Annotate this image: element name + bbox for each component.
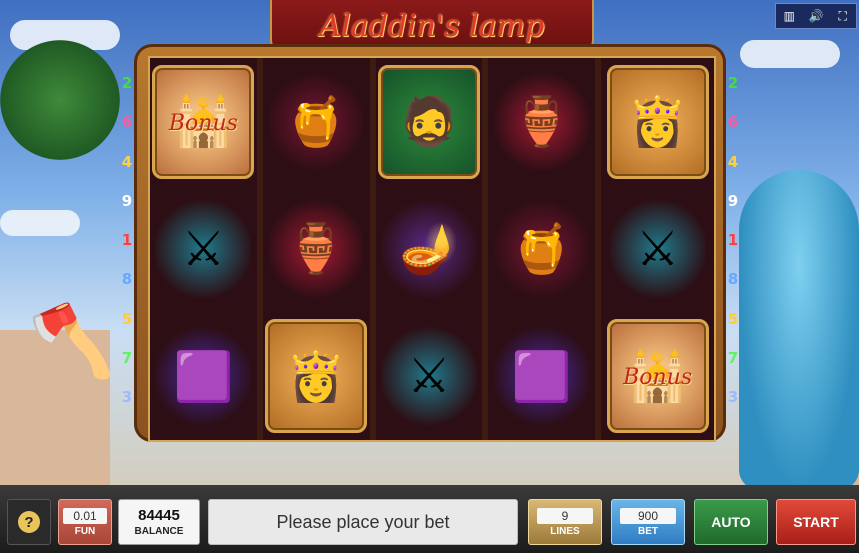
payline-number[interactable]: 4 [726, 143, 740, 182]
lines-value: 9 [537, 507, 593, 524]
auto-label: AUTO [711, 514, 751, 530]
status-message: Please place your bet [276, 511, 450, 532]
coin-value: 0.01 [63, 507, 107, 524]
game-title-text: Aladdin's lamp [319, 8, 545, 44]
crossed-swords-icon: ⚔ [155, 194, 252, 303]
reel-cell: 🍯 [488, 185, 595, 312]
crossed-swords-icon: ⚔ [380, 322, 477, 431]
reel-cell: 🏺 [488, 58, 595, 185]
message-panel: Please place your bet [208, 499, 518, 545]
coin-value-button[interactable]: 0.01 FUN [58, 499, 112, 545]
bars-icon[interactable]: ▥ [780, 9, 798, 23]
reel: 🍯 🏺 👸 [263, 58, 376, 440]
reel-cell: 🏺 [263, 185, 370, 312]
flying-carpet-icon: 🟪 [155, 322, 252, 431]
reel: 🏺 🍯 🟪 [488, 58, 602, 440]
payline-number[interactable]: 8 [726, 260, 740, 299]
princess-icon: 👸 [265, 319, 368, 434]
reel-cell: 🟪 [488, 313, 595, 440]
reel-cell: 🕌 Bonus [150, 58, 257, 185]
paylines-right: 264918573 [726, 64, 740, 418]
crossed-swords-icon: ⚔ [609, 194, 706, 303]
reel-cell: ⚔ [376, 313, 483, 440]
palace-icon: 🕌 Bonus [152, 64, 255, 179]
auto-button[interactable]: AUTO [694, 499, 768, 545]
fullscreen-icon[interactable]: ⛶ [834, 9, 852, 24]
aladdin-icon: 🧔 [377, 64, 480, 179]
start-button[interactable]: START [776, 499, 856, 545]
payline-number[interactable]: 5 [120, 300, 134, 339]
speaker-icon[interactable]: 🔊 [807, 9, 825, 23]
reel: 🧔 🪔 ⚔ [376, 58, 489, 440]
paylines-left: 264918573 [120, 64, 134, 418]
reels-grid: 🕌 Bonus ⚔ 🟪 🍯 🏺 👸 🧔 🪔 ⚔ 🏺 🍯 🟪 👸 ⚔ 🕌 Bonus [148, 56, 716, 442]
payline-number[interactable]: 6 [120, 103, 134, 142]
payline-number[interactable]: 4 [120, 143, 134, 182]
genie-icon [739, 170, 859, 490]
payline-number[interactable]: 9 [120, 182, 134, 221]
balance-value: 84445 [138, 507, 180, 524]
payline-number[interactable]: 7 [120, 339, 134, 378]
payline-number[interactable]: 2 [120, 64, 134, 103]
payline-number[interactable]: 7 [726, 339, 740, 378]
palace-icon: 🕌 Bonus [606, 319, 709, 434]
coin-value-label: FUN [74, 525, 96, 537]
treasure-pot-icon: 🍯 [493, 194, 590, 303]
payline-number[interactable]: 5 [726, 300, 740, 339]
reel-cell: ⚔ [601, 185, 714, 312]
flying-carpet-icon: 🟪 [493, 322, 590, 431]
reel-cell: 🍯 [263, 58, 370, 185]
bonus-label: Bonus [168, 110, 238, 136]
magic-lamp-icon: 🪔 [380, 194, 477, 303]
bet-label: BET [638, 525, 658, 537]
reel: 🕌 Bonus ⚔ 🟪 [150, 58, 263, 440]
payline-number[interactable]: 3 [726, 378, 740, 417]
balance-display: 84445 BALANCE [118, 499, 200, 545]
payline-number[interactable]: 1 [726, 221, 740, 260]
balance-label: BALANCE [134, 526, 184, 537]
help-button[interactable]: ? [7, 499, 51, 545]
bonus-label: Bonus [623, 365, 693, 391]
lines-button[interactable]: 9 LINES [528, 499, 602, 545]
vase-icon: 🏺 [493, 67, 590, 176]
reel-cell: 🟪 [150, 313, 257, 440]
reel-cell: 👸 [263, 313, 370, 440]
reel: 👸 ⚔ 🕌 Bonus [601, 58, 714, 440]
cloud [0, 210, 80, 236]
reel-cell: 🧔 [376, 58, 483, 185]
reel-cell: ⚔ [150, 185, 257, 312]
bet-value: 900 [620, 507, 676, 524]
help-icon: ? [18, 511, 40, 533]
princess-icon: 👸 [606, 64, 709, 179]
payline-number[interactable]: 3 [120, 378, 134, 417]
lines-label: LINES [550, 525, 580, 537]
start-label: START [793, 514, 839, 530]
vase-icon: 🏺 [268, 194, 365, 303]
reel-cell: 🕌 Bonus [601, 313, 714, 440]
cloud [740, 40, 840, 68]
treasure-pot-icon: 🍯 [268, 67, 365, 176]
payline-number[interactable]: 8 [120, 260, 134, 299]
toolbar: ▥ 🔊 ⛶ [775, 3, 857, 29]
reel-cell: 👸 [601, 58, 714, 185]
palm-tree [0, 40, 120, 160]
payline-number[interactable]: 2 [726, 64, 740, 103]
payline-number[interactable]: 1 [120, 221, 134, 260]
payline-number[interactable]: 6 [726, 103, 740, 142]
bet-button[interactable]: 900 BET [611, 499, 685, 545]
reel-cell: 🪔 [376, 185, 483, 312]
axe-icon: 🪓 [28, 300, 116, 382]
payline-number[interactable]: 9 [726, 182, 740, 221]
